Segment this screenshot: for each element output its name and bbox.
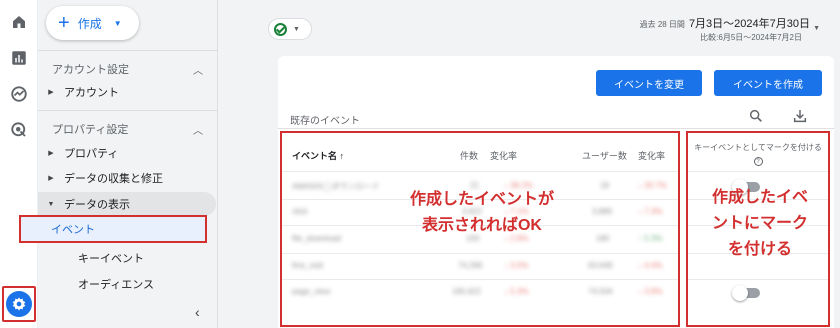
annotation-line: 作成したイベ	[711, 189, 808, 206]
change-cell: ↓ 5.3%	[504, 287, 529, 296]
chevron-up-icon[interactable]: ︿	[193, 62, 203, 77]
users-cell: 3,886	[592, 207, 613, 216]
caret-down-icon: ▼	[293, 25, 300, 33]
sidebar-item-data-display[interactable]: ▼ データの表示	[38, 192, 216, 216]
users-cell: 180	[596, 234, 610, 243]
icon-rail	[0, 0, 38, 328]
search-icon[interactable]	[748, 108, 764, 129]
create-label: 作成	[77, 16, 102, 31]
row-divider	[282, 171, 678, 172]
date-range[interactable]: 過去 28 日間 7月3日～2024年7月30日	[640, 15, 810, 31]
download-icon[interactable]	[792, 108, 808, 129]
key-event-header: キーイベントとしてマークを付ける ?	[690, 141, 826, 167]
change2-cell: ↓ 7.3%	[638, 207, 663, 216]
date-range-prefix: 過去 28 日間	[639, 20, 685, 29]
change2-cell: ↓ 3.8%	[638, 287, 663, 296]
card-title: 既存のイベント	[290, 116, 360, 127]
explore-icon[interactable]	[9, 84, 29, 104]
row-divider	[688, 279, 828, 280]
divider	[278, 128, 834, 129]
header-count[interactable]: 件数	[460, 149, 478, 162]
caret-down-icon[interactable]: ▼	[813, 25, 820, 32]
gear-icon[interactable]	[6, 291, 32, 317]
chevron-up-icon[interactable]: ︿	[193, 122, 203, 137]
caret-down-icon: ▼	[113, 18, 122, 28]
events-table: イベント名 ↑ 件数 変化率 ユーザー数 変化率 AMASの◯ダウンロード 21…	[280, 131, 680, 327]
event-name-cell: file_download	[292, 234, 341, 243]
sidebar-item-label: イベント	[51, 224, 95, 236]
event-name-cell: first_visit	[292, 261, 324, 270]
key-event-toggle[interactable]	[732, 285, 760, 301]
account-settings-heading: アカウント設定	[52, 64, 129, 76]
annotation-line: 表示されればOK	[421, 217, 542, 234]
sidebar-item-label: プロパティ	[64, 148, 119, 160]
event-name-cell: click	[292, 207, 308, 216]
event-name-cell: page_view	[292, 287, 331, 296]
annotation-line: 作成したイベントが	[409, 191, 554, 208]
divider	[38, 110, 218, 111]
header-change2[interactable]: 変化率	[638, 149, 665, 162]
key-event-column: キーイベントとしてマークを付ける ? 作成したイベ ントにマーク を付ける	[686, 131, 830, 327]
users-cell: 63,649	[588, 261, 613, 270]
header-users[interactable]: ユーザー数	[582, 149, 627, 162]
property-settings-heading: プロパティ設定	[52, 124, 129, 136]
row-divider	[282, 279, 678, 280]
row-divider	[282, 253, 678, 254]
create-button[interactable]: + 作成 ▼	[46, 6, 139, 40]
sidebar-item-events[interactable]: イベント	[19, 215, 207, 243]
users-cell: 74,504	[588, 287, 613, 296]
change2-cell: ↑ 5.3%	[638, 234, 663, 243]
annotation-line: ントにマーク	[711, 215, 808, 232]
help-icon[interactable]: ?	[753, 157, 763, 166]
check-circle-icon	[274, 22, 287, 36]
sidebar-item-label: アカウント	[64, 87, 119, 99]
collapse-arrow-icon: ▼	[47, 200, 55, 208]
reports-icon[interactable]	[9, 48, 29, 68]
sidebar-item-account[interactable]: ▶ アカウント	[38, 80, 218, 104]
main-area: ▼ 過去 28 日間 7月3日～2024年7月30日 比較:6月5日～2024年7…	[218, 0, 840, 328]
home-icon[interactable]	[9, 12, 29, 32]
admin-sidebar: + 作成 ▼ アカウント設定 ︿ ▶ アカウント プロパティ設定 ︿ ▶ プロパ…	[38, 0, 218, 328]
change2-cell: ↓ 33.7%	[638, 181, 667, 190]
expand-arrow-icon: ▶	[48, 89, 54, 96]
key-event-header-label: キーイベントとしてマークを付ける	[694, 143, 822, 152]
header-event-name[interactable]: イベント名 ↑	[292, 149, 344, 162]
users-cell: 18	[600, 181, 609, 190]
advertising-icon[interactable]	[9, 120, 29, 140]
events-card: イベントを変更 イベントを作成 既存のイベント イベント名 ↑ 件数 変化率 ユ…	[278, 56, 834, 328]
count-cell: 74,266	[458, 261, 483, 270]
sidebar-item-data-collection[interactable]: ▶ データの収集と修正	[38, 166, 218, 190]
date-range-value: 7月3日～2024年7月30日	[688, 18, 810, 30]
change-cell: ↓ 3.0%	[504, 261, 529, 270]
divider	[38, 50, 218, 51]
sidebar-item-property[interactable]: ▶ プロパティ	[38, 141, 218, 165]
sidebar-item-audiences[interactable]: オーディエンス	[78, 276, 154, 292]
change2-cell: ↓ 4.4%	[638, 261, 663, 270]
annotation-table: 作成したイベントが 表示されればOK	[382, 187, 582, 239]
date-compare: 比較:6月5日～2024年7月2日	[700, 33, 802, 42]
row-divider	[688, 171, 828, 172]
modify-event-button[interactable]: イベントを変更	[596, 70, 702, 96]
event-name-cell: AMASの◯ダウンロード	[292, 182, 380, 191]
expand-arrow-icon: ▶	[48, 150, 54, 157]
annotation-line: を付ける	[727, 241, 792, 258]
header-change[interactable]: 変化率	[490, 149, 517, 162]
admin-highlight	[2, 286, 36, 322]
annotation-key: 作成したイベ ントにマーク を付ける	[692, 185, 828, 263]
plus-icon: +	[58, 12, 70, 34]
sidebar-item-key-events[interactable]: キーイベント	[78, 250, 144, 266]
sidebar-item-label: データの収集と修正	[64, 173, 163, 185]
create-event-button[interactable]: イベントを作成	[714, 70, 822, 96]
sidebar-item-label: データの表示	[64, 199, 130, 211]
expand-arrow-icon: ▶	[48, 175, 54, 182]
status-pill[interactable]: ▼	[268, 18, 312, 40]
chevron-left-icon[interactable]: ‹	[195, 304, 200, 320]
count-cell: 165,622	[452, 287, 481, 296]
